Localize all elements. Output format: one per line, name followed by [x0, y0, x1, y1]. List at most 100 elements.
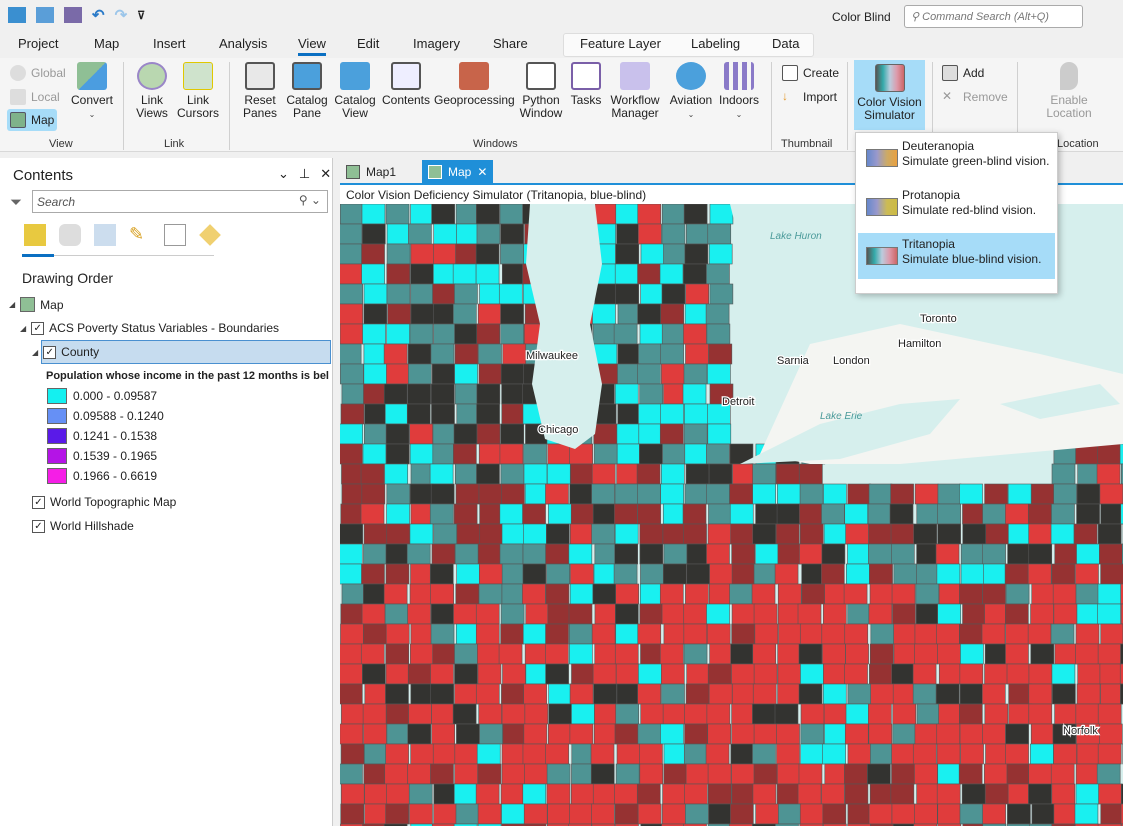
- open-project-icon[interactable]: [36, 7, 54, 23]
- reset-panes-button[interactable]: Reset Panes: [238, 62, 282, 120]
- label-tag-icon[interactable]: [199, 224, 221, 246]
- tab-feature-layer[interactable]: Feature Layer: [580, 36, 661, 51]
- layer-group-checkbox[interactable]: ✓: [31, 322, 44, 335]
- catalog-view-button[interactable]: Catalog View: [332, 62, 378, 120]
- catalog-pane-button[interactable]: Catalog Pane: [284, 62, 330, 120]
- enable-location-button[interactable]: Enable Location: [1036, 62, 1102, 120]
- geoprocessing-button[interactable]: Geoprocessing: [434, 62, 514, 107]
- tree-layer-county[interactable]: ◢✓County: [41, 340, 331, 364]
- tab-analysis[interactable]: Analysis: [219, 36, 267, 51]
- link-views-label: Link Views: [136, 93, 168, 120]
- command-search-input[interactable]: ⚲ Command Search (Alt+Q): [904, 5, 1083, 28]
- contents-search-input[interactable]: Search⚲ ⌄: [32, 190, 328, 213]
- map-tab-map[interactable]: Map✕: [422, 160, 493, 183]
- tab-share[interactable]: Share: [493, 36, 528, 51]
- map-view-button[interactable]: Map: [7, 109, 57, 131]
- data-source-icon[interactable]: [59, 224, 81, 246]
- tab-project[interactable]: Project: [18, 36, 58, 51]
- redo-icon[interactable]: ↷: [115, 6, 128, 24]
- topographic-checkbox[interactable]: ✓: [32, 496, 45, 509]
- tree-basemap-topographic[interactable]: ✓World Topographic Map: [32, 495, 176, 509]
- pin-icon[interactable]: ⊥: [299, 166, 310, 182]
- map-label-detroit: Detroit: [722, 396, 754, 408]
- county-checkbox[interactable]: ✓: [43, 346, 56, 359]
- map-canvas[interactable]: MilwaukeeChicagoDetroitSarniaLondonToron…: [340, 204, 1123, 826]
- search-icon[interactable]: ⚲ ⌄: [299, 193, 321, 207]
- menu-item-deuteranopia[interactable]: DeuteranopiaSimulate green-blind vision.: [858, 135, 1055, 181]
- command-search-placeholder: Command Search (Alt+Q): [922, 11, 1049, 23]
- python-window-button[interactable]: Python Window: [516, 62, 566, 120]
- workflow-manager-button[interactable]: Workflow Manager: [606, 62, 664, 120]
- selection-icon[interactable]: [94, 224, 116, 246]
- hillshade-checkbox[interactable]: ✓: [32, 520, 45, 533]
- convert-button[interactable]: Convert⌄: [70, 62, 114, 121]
- customize-icon[interactable]: ⊽: [137, 9, 145, 22]
- aviation-button[interactable]: Aviation⌄: [666, 62, 716, 121]
- undo-icon[interactable]: ↶: [92, 6, 105, 24]
- catalog-pane-label: Catalog Pane: [286, 93, 327, 120]
- python-window-label: Python Window: [520, 93, 563, 120]
- convert-icon: [77, 62, 107, 90]
- map-tab-map1[interactable]: Map1: [340, 160, 402, 183]
- tab-view[interactable]: View: [298, 36, 326, 56]
- import-thumbnail-button[interactable]: ↓Import: [782, 89, 837, 105]
- menu-item-desc: Simulate red-blind vision.: [902, 203, 1055, 218]
- pencil-icon[interactable]: ✎: [129, 224, 151, 246]
- add-button[interactable]: Add: [942, 65, 984, 81]
- link-cursors-button[interactable]: Link Cursors: [176, 62, 220, 120]
- create-thumbnail-button[interactable]: Create: [782, 65, 839, 81]
- legend-item[interactable]: 0.1539 - 0.1965: [47, 448, 157, 464]
- group-link: Link: [164, 138, 184, 150]
- map-icon: [428, 165, 442, 179]
- tritanopia-palette-icon: [866, 247, 898, 265]
- color-vision-simulator-label-wrap[interactable]: Color Vision Simulator: [854, 64, 925, 122]
- menu-item-tritanopia[interactable]: TritanopiaSimulate blue-blind vision.: [858, 233, 1055, 279]
- legend-item[interactable]: 0.09588 - 0.1240: [47, 408, 164, 424]
- local-button[interactable]: Local: [10, 89, 60, 105]
- tree-map[interactable]: ◢Map: [9, 297, 64, 312]
- remove-x-icon: ✕: [942, 89, 958, 105]
- global-button[interactable]: Global: [10, 65, 66, 81]
- legend-item[interactable]: 0.1241 - 0.1538: [47, 428, 157, 444]
- tree-layer-group[interactable]: ◢✓ACS Poverty Status Variables - Boundar…: [20, 321, 279, 335]
- legend-item[interactable]: 0.000 - 0.09587: [47, 388, 157, 404]
- map-label-hamilton: Hamilton: [898, 338, 941, 350]
- close-icon[interactable]: ✕: [320, 166, 331, 182]
- tab-edit[interactable]: Edit: [357, 36, 379, 51]
- tab-map[interactable]: Map: [94, 36, 119, 51]
- create-label: Create: [803, 66, 839, 80]
- snapping-icon[interactable]: [164, 224, 186, 246]
- close-tab-icon[interactable]: ✕: [477, 165, 487, 179]
- map-label-milwaukee: Milwaukee: [526, 350, 578, 362]
- filter-icon[interactable]: ⏷: [10, 194, 22, 211]
- tab-data[interactable]: Data: [772, 36, 799, 51]
- local-scene-icon: [10, 89, 26, 105]
- menu-item-desc: Simulate blue-blind vision.: [902, 252, 1055, 267]
- basemap-name: World Hillshade: [50, 519, 134, 533]
- tab-labeling[interactable]: Labeling: [691, 36, 740, 51]
- tree-basemap-hillshade[interactable]: ✓ World Hillshade: [32, 519, 134, 533]
- chevron-down-icon[interactable]: ⌄: [278, 166, 289, 182]
- legend-item[interactable]: 0.1966 - 0.6619: [47, 468, 157, 484]
- quick-access-toolbar: ↶ ↷ ⊽: [8, 6, 145, 24]
- tasks-button[interactable]: Tasks: [568, 62, 604, 107]
- new-project-icon[interactable]: [8, 7, 26, 23]
- drawing-order-icon[interactable]: [24, 224, 46, 246]
- create-icon: [782, 65, 798, 81]
- county-name: County: [61, 345, 99, 359]
- remove-button[interactable]: ✕Remove: [942, 89, 1008, 105]
- import-label: Import: [803, 90, 837, 104]
- link-cursors-label: Link Cursors: [177, 93, 219, 120]
- group-location: Location: [1057, 138, 1099, 150]
- contents-button[interactable]: Contents: [380, 62, 432, 107]
- indoors-button[interactable]: Indoors⌄: [716, 62, 762, 121]
- indoors-label: Indoors: [719, 93, 759, 107]
- add-icon: [942, 65, 958, 81]
- tab-insert[interactable]: Insert: [153, 36, 186, 51]
- menu-item-protanopia[interactable]: ProtanopiaSimulate red-blind vision.: [858, 184, 1055, 230]
- link-views-button[interactable]: Link Views: [132, 62, 172, 120]
- legend-swatch: [47, 388, 67, 404]
- save-icon[interactable]: [64, 7, 82, 23]
- tab-imagery[interactable]: Imagery: [413, 36, 460, 51]
- map-label-norfolk: Norfolk: [1063, 725, 1098, 737]
